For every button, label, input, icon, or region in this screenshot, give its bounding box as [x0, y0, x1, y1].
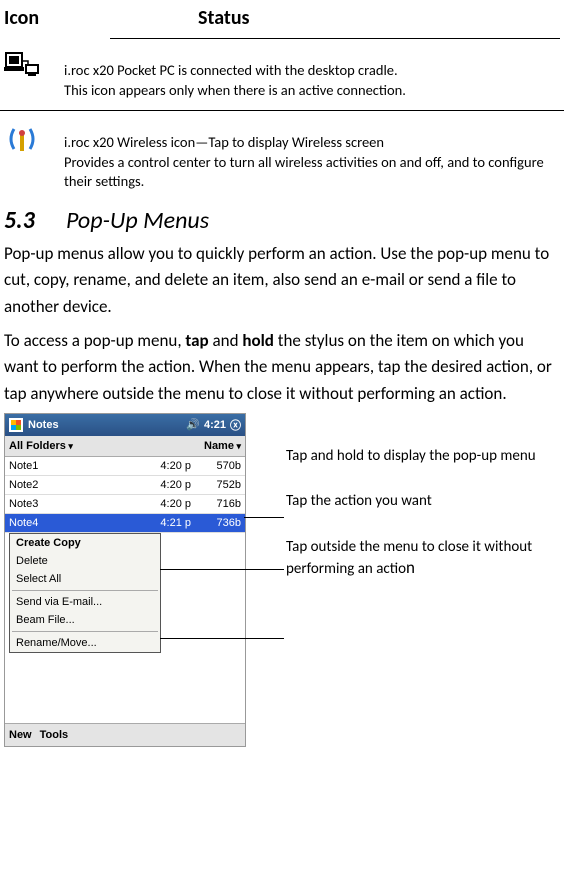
wireless-icon: [4, 121, 64, 192]
pda-screenshot: Notes 🔊 4:21 ⓧ All Folders Name Note14:2…: [4, 413, 246, 747]
paragraph-intro: Pop-up menus allow you to quickly perfor…: [0, 237, 564, 324]
column-header-status: Status: [198, 6, 250, 30]
close-icon: ⓧ: [230, 417, 241, 433]
pda-toolbar: All Folders Name: [5, 436, 245, 457]
sync-cradle-description: i.roc x20 Pocket PC is connected with th…: [64, 49, 560, 100]
pda-app-name: Notes: [28, 419, 59, 431]
menu-select-all[interactable]: Select All: [10, 570, 160, 588]
section-title: Pop-Up Menus: [66, 206, 209, 235]
paragraph-instructions: To access a pop-up menu, tap and hold th…: [0, 324, 564, 411]
pda-clock: 4:21: [204, 419, 226, 431]
folder-dropdown[interactable]: All Folders: [5, 440, 204, 452]
callout-tap-outside: Tap outside the menu to close it without…: [286, 538, 560, 580]
pda-titlebar: Notes 🔊 4:21 ⓧ: [5, 414, 245, 436]
list-item[interactable]: Note24:20 p752b: [5, 476, 245, 495]
callout-tap-hold: Tap and hold to display the pop-up menu: [286, 447, 560, 467]
list-item[interactable]: Note34:20 p716b: [5, 495, 245, 514]
list-item-selected[interactable]: Note44:21 p736b: [5, 514, 245, 533]
tools-button[interactable]: Tools: [40, 729, 69, 741]
menu-delete[interactable]: Delete: [10, 552, 160, 570]
context-menu: Create Copy Delete Select All Send via E…: [9, 533, 161, 653]
menu-send-email[interactable]: Send via E-mail...: [10, 593, 160, 611]
sort-dropdown[interactable]: Name: [204, 440, 245, 452]
callout-tap-action: Tap the action you want: [286, 492, 560, 512]
section-number: 5.3: [4, 206, 66, 235]
menu-beam-file[interactable]: Beam File...: [10, 611, 160, 629]
new-button[interactable]: New: [9, 729, 32, 741]
menu-create-copy[interactable]: Create Copy: [10, 534, 160, 552]
list-item[interactable]: Note14:20 p570b: [5, 457, 245, 476]
menu-rename-move[interactable]: Rename/Move...: [10, 634, 160, 652]
wireless-description: i.roc x20 Wireless icon—Tap to display W…: [64, 121, 560, 192]
pda-bottom-bar: New Tools: [5, 723, 245, 746]
start-icon: [9, 418, 23, 432]
sync-cradle-icon: [4, 49, 64, 100]
speaker-icon: 🔊: [186, 418, 200, 431]
notes-list: Note14:20 p570b Note24:20 p752b Note34:2…: [5, 457, 245, 533]
column-header-icon: Icon: [4, 6, 198, 30]
